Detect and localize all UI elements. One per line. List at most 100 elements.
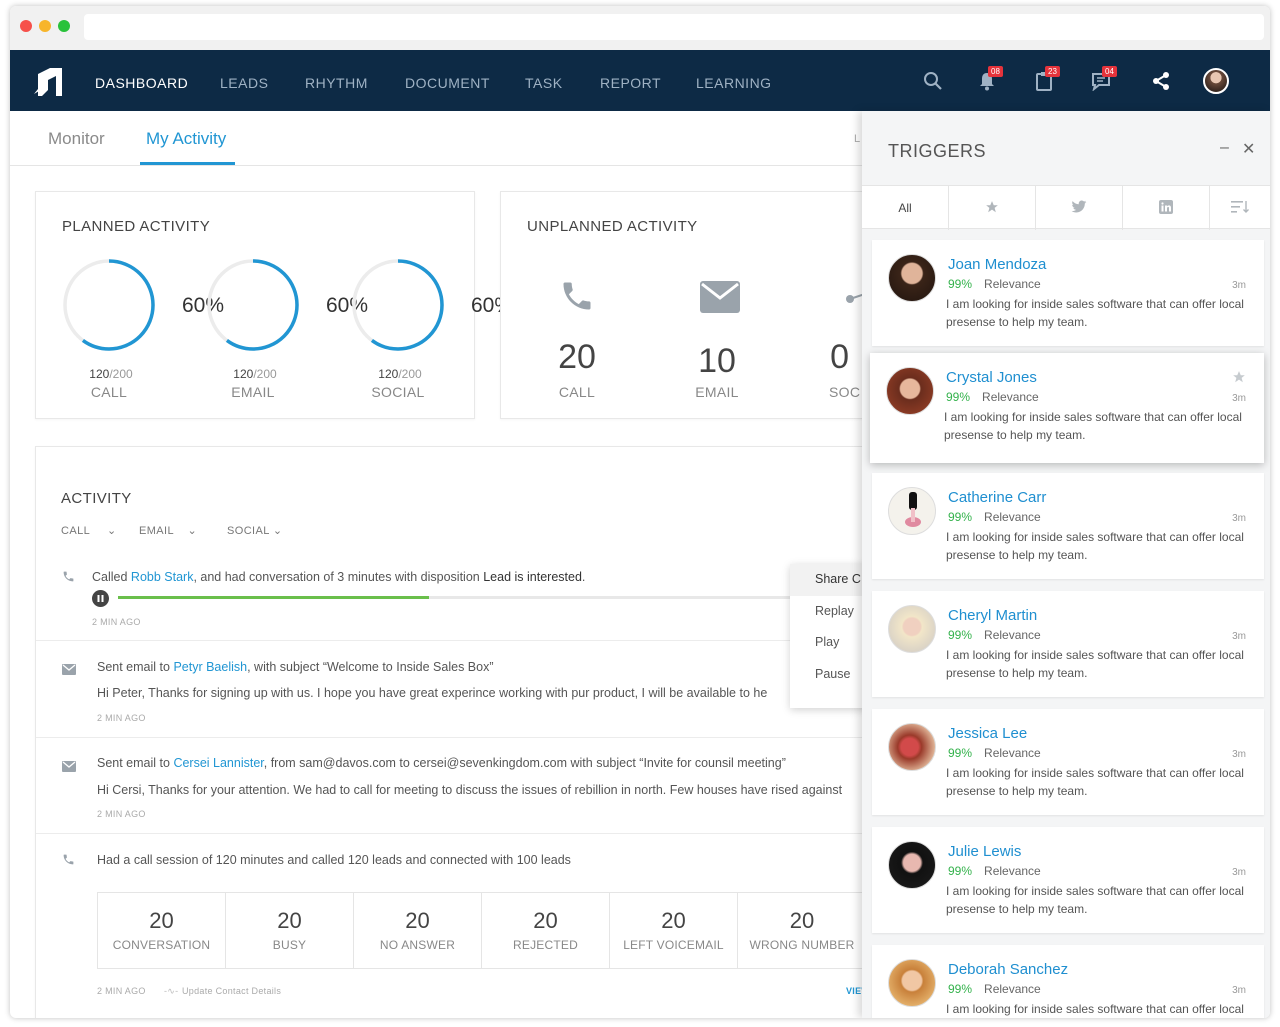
nav-dashboard[interactable]: DASHBOARD <box>95 50 188 111</box>
menu-play[interactable]: Play <box>790 627 870 659</box>
nav-rhythm[interactable]: RHYTHM <box>305 50 368 111</box>
nav-task[interactable]: TASK <box>525 50 563 111</box>
menu-share-call[interactable]: Share C <box>790 564 870 596</box>
row-text: , from sam@davos.com to cersei@sevenking… <box>263 756 786 770</box>
tab-twitter[interactable] <box>1036 186 1123 230</box>
avatar <box>888 254 936 302</box>
timestamp: 2 MIN AGO <box>92 617 141 627</box>
nav-report[interactable]: REPORT <box>600 50 661 111</box>
trigger-name-link[interactable]: Julie Lewis <box>948 843 1021 860</box>
playback-track[interactable] <box>118 596 858 599</box>
trigger-message: I am looking for inside sales software t… <box>946 766 1244 798</box>
timestamp: 2 MIN AGO <box>97 809 146 819</box>
contact-link[interactable]: Cersei Lannister <box>173 756 263 770</box>
trigger-name-link[interactable]: Crystal Jones <box>946 369 1037 386</box>
update-contact-link[interactable]: Update Contact Details <box>182 986 281 996</box>
call-stat: 20 LEFT VOICEMAIL <box>610 893 738 968</box>
browser-chrome <box>10 6 1270 50</box>
trigger-card[interactable]: Jessica Lee 99% Relevance 3m I am looking fo… <box>872 709 1264 815</box>
tab-my-activity[interactable]: My Activity <box>146 129 226 149</box>
minimize-window-button[interactable] <box>39 20 51 32</box>
pulse-icon: -∿- <box>164 986 179 996</box>
trigger-message: I am looking for inside sales software t… <box>946 884 1244 916</box>
filter-email-label: EMAIL <box>139 525 174 537</box>
tab-linkedin[interactable] <box>1123 186 1210 230</box>
email-body-preview: Hi Cersi, Thanks for your attention. We … <box>97 783 843 797</box>
trigger-card[interactable]: Cheryl Martin 99% Relevance 3m I am looking … <box>872 591 1264 697</box>
chevron-down-icon: ⌄ <box>107 525 117 537</box>
minimize-icon[interactable]: – <box>1220 139 1229 157</box>
planned-call-progress-ring: 60% <box>62 258 224 352</box>
trigger-name-link[interactable]: Catherine Carr <box>948 489 1046 506</box>
browser-window: DASHBOARD LEADS RHYTHM DOCUMENT TASK REP… <box>10 6 1270 1018</box>
nav-document[interactable]: DOCUMENT <box>405 50 490 111</box>
trigger-card[interactable]: Joan Mendoza 99% Relevance 3m I am looking f… <box>872 240 1264 346</box>
trigger-card[interactable]: Crystal Jones 99% Relevance 3m I am looking … <box>870 353 1264 463</box>
bell-icon[interactable]: 08 <box>974 66 1003 94</box>
stat-value: 20 <box>533 908 558 933</box>
filter-social-label: SOCIAL <box>227 525 270 537</box>
call-stat: 20 CONVERSATION <box>98 893 226 968</box>
trigger-name-link[interactable]: Cheryl Martin <box>948 607 1037 624</box>
row-text: Sent email to <box>97 756 174 770</box>
nav-leads[interactable]: LEADS <box>220 50 268 111</box>
row-text: , and had conversation of 3 minutes with… <box>193 570 484 584</box>
relevance-percent: 99% <box>948 864 973 878</box>
relevance-label: Relevance <box>982 390 1039 404</box>
contact-link[interactable]: Petyr Baelish <box>173 660 247 674</box>
tab-partial[interactable]: L <box>854 133 860 145</box>
tab-monitor[interactable]: Monitor <box>48 129 105 149</box>
trigger-time: 3m <box>1232 749 1246 760</box>
filter-social[interactable]: SOCIAL ⌄ <box>227 524 282 537</box>
avatar <box>888 723 936 771</box>
relevance: 99% Relevance <box>946 390 1039 404</box>
pause-icon[interactable] <box>92 590 109 607</box>
stat-label: NO ANSWER <box>379 938 456 952</box>
menu-replay[interactable]: Replay <box>790 596 870 628</box>
linkedin-icon <box>1159 199 1173 217</box>
triggers-filter-tabs: All <box>862 185 1270 230</box>
filter-call[interactable]: CALL ⌄ <box>61 524 117 537</box>
chevron-down-icon: ⌄ <box>272 525 283 537</box>
menu-pause[interactable]: Pause <box>790 659 870 691</box>
tab-all[interactable]: All <box>862 186 949 230</box>
trigger-card[interactable]: Catherine Carr 99% Relevance 3m I am looking… <box>872 473 1264 579</box>
trigger-time: 3m <box>1232 867 1246 878</box>
message-icon[interactable]: 04 <box>1088 66 1117 94</box>
trigger-time: 3m <box>1232 280 1246 291</box>
relevance-label: Relevance <box>984 864 1041 878</box>
nav-learning[interactable]: LEARNING <box>696 50 772 111</box>
search-icon[interactable] <box>920 68 946 94</box>
clipboard-icon[interactable]: 23 <box>1031 66 1060 94</box>
relevance-percent: 99% <box>948 746 973 760</box>
row-text: Sent email to <box>97 660 174 674</box>
email-icon <box>62 662 76 680</box>
contact-link[interactable]: Robb Stark <box>131 570 194 584</box>
trigger-card[interactable]: Julie Lewis 99% Relevance 3m I am looking fo… <box>872 827 1264 933</box>
trigger-name-link[interactable]: Joan Mendoza <box>948 256 1046 273</box>
activity-row-email-2: Sent email to Cersei Lannister, from sam… <box>97 756 786 770</box>
address-bar[interactable] <box>84 14 1264 40</box>
triggers-title: TRIGGERS <box>888 141 987 161</box>
share-icon[interactable] <box>1148 68 1174 94</box>
trigger-time: 3m <box>1232 985 1246 996</box>
trigger-message: I am looking for inside sales software t… <box>946 530 1244 562</box>
trigger-message: I am looking for inside sales software t… <box>946 1002 1244 1016</box>
relevance: 99% Relevance <box>948 277 1041 291</box>
user-avatar[interactable] <box>1203 68 1229 94</box>
close-icon[interactable]: ✕ <box>1242 139 1255 159</box>
star-icon[interactable] <box>1232 370 1246 389</box>
trigger-name-link[interactable]: Deborah Sanchez <box>948 961 1068 978</box>
stat-value: 20 <box>277 908 302 933</box>
maximize-window-button[interactable] <box>58 20 70 32</box>
relevance-percent: 99% <box>948 510 973 524</box>
tab-starred[interactable] <box>949 186 1036 230</box>
filter-email[interactable]: EMAIL ⌄ <box>139 524 197 537</box>
stat-label: LEFT VOICEMAIL <box>623 938 724 952</box>
app-logo[interactable] <box>32 64 68 98</box>
tab-sort[interactable] <box>1210 186 1270 230</box>
avatar <box>888 605 936 653</box>
close-window-button[interactable] <box>20 20 32 32</box>
trigger-card[interactable]: Deborah Sanchez 99% Relevance 3m I am lookin… <box>872 945 1264 1018</box>
trigger-name-link[interactable]: Jessica Lee <box>948 725 1027 742</box>
